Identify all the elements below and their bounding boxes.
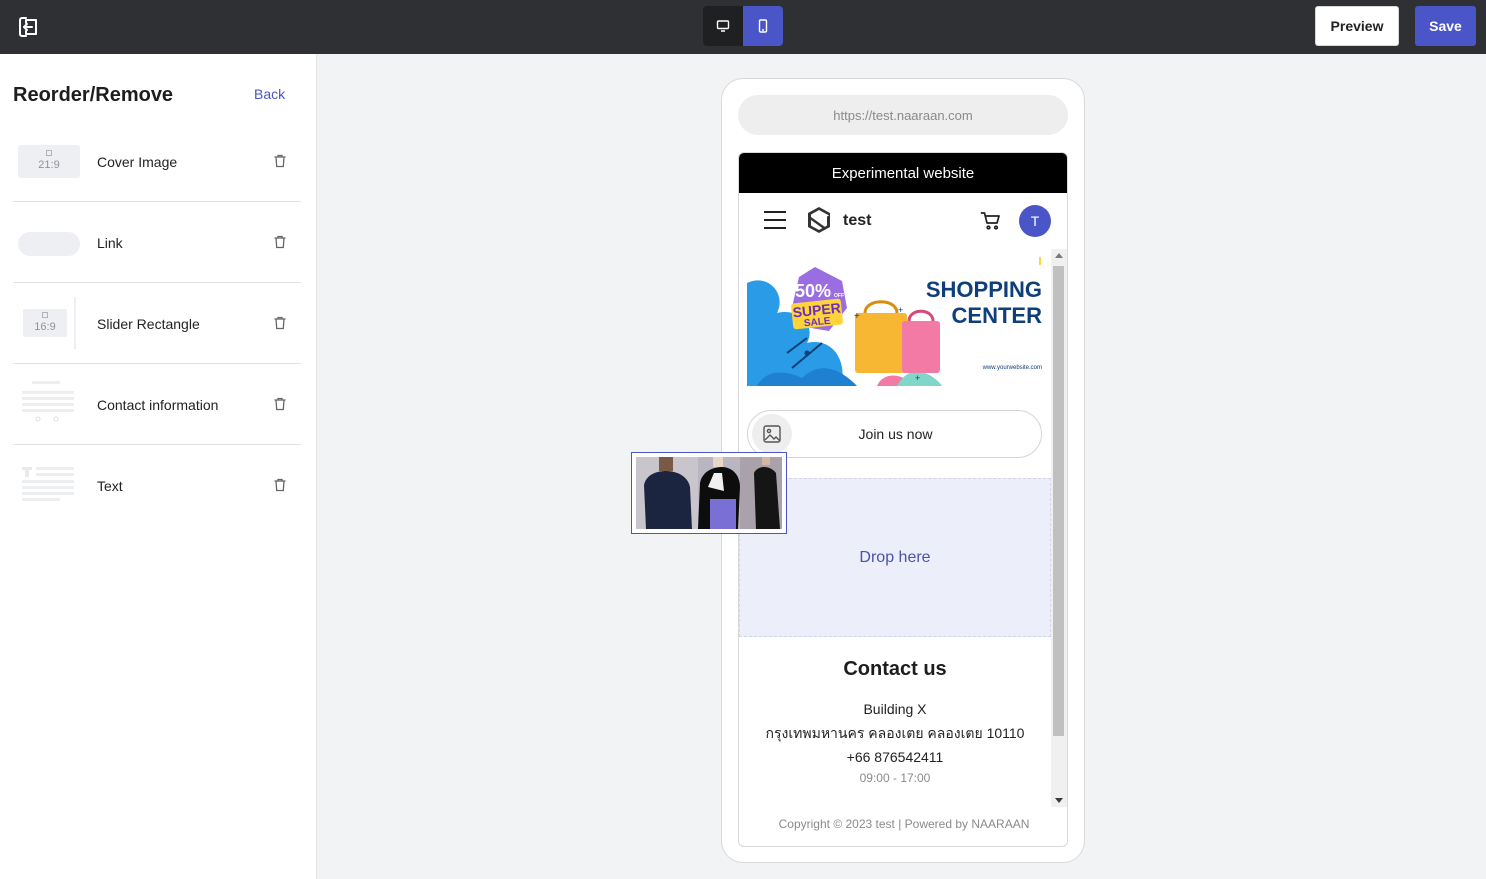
cover-image-banner: 50% OFF SUPER SALE + + + SHOPPING CENTER… (747, 253, 1043, 386)
image-icon (42, 312, 48, 318)
contact-phone: +66 876542411 (846, 749, 944, 765)
join-us-button[interactable]: Join us now (747, 410, 1042, 458)
section-item-cover-image[interactable]: 21:9 Cover Image (13, 121, 301, 202)
phone-screen: Experimental website test T 50% OFF SUPE… (738, 152, 1068, 847)
section-item-label: Contact information (97, 397, 219, 413)
contact-building: Building X (863, 701, 927, 717)
site-footer: Copyright © 2023 test | Powered by NAARA… (778, 817, 1030, 831)
section-item-contact-information[interactable]: Contact information (13, 364, 301, 445)
exit-icon (19, 17, 37, 37)
contact-thumbnail (22, 381, 74, 422)
user-avatar[interactable]: T (1019, 205, 1051, 237)
mobile-icon (758, 19, 768, 33)
desktop-icon (716, 20, 730, 32)
image-icon (46, 150, 52, 156)
svg-text:+: + (854, 311, 860, 322)
announcement-bar: Experimental website (739, 153, 1067, 193)
aspect-ratio-label: 16:9 (34, 321, 56, 333)
contact-address: กรุงเทพมหานคร คลองเตย คลองเตย 10110 (765, 725, 1025, 741)
scrollbar-thumb[interactable] (1053, 266, 1064, 736)
site-navbar: test T (739, 193, 1067, 249)
back-link[interactable]: Back (254, 86, 285, 102)
text-thumbnail (22, 467, 74, 501)
link-thumbnail (18, 232, 80, 256)
url-bar: https://test.naaraan.com (738, 95, 1068, 135)
shopping-center-illustration: 50% OFF SUPER SALE + + + SHOPPING CENTER… (747, 257, 1043, 386)
menu-icon[interactable] (764, 211, 786, 229)
save-button[interactable]: Save (1415, 6, 1476, 46)
section-item-label: Text (97, 478, 123, 494)
brand-logo-icon (808, 207, 830, 233)
preview-button[interactable]: Preview (1315, 6, 1399, 46)
section-item-label: Link (97, 235, 123, 251)
banner-title-line2: CENTER (952, 303, 1043, 328)
svg-text:+: + (915, 373, 920, 383)
aspect-ratio-label: 21:9 (38, 159, 60, 171)
contact-title: Contact us (843, 658, 947, 680)
exit-button[interactable] (16, 14, 42, 40)
slider-thumbnail: 16:9 (18, 297, 80, 349)
section-item-link[interactable]: Link (13, 202, 301, 283)
badge-percent: 50% (795, 281, 831, 301)
scroll-up-arrow-icon[interactable] (1055, 253, 1063, 258)
join-us-label: Join us now (858, 426, 933, 442)
brand-name: test (843, 212, 872, 229)
svg-text:+: + (898, 305, 903, 315)
contact-section: Contact us Building X กรุงเทพมหานคร คลอง… (739, 654, 1051, 785)
page-content: 50% OFF SUPER SALE + + + SHOPPING CENTER… (739, 249, 1067, 807)
mobile-view-button[interactable] (743, 6, 783, 46)
top-bar: Preview Save (0, 0, 1486, 54)
fashion-models-image (636, 457, 782, 529)
banner-website: www.yourwebsite.com (982, 365, 1042, 371)
dragged-slider-preview[interactable] (631, 452, 787, 534)
trash-icon[interactable] (272, 477, 288, 493)
banner-title-line1: SHOPPING (926, 277, 1042, 302)
section-item-slider-rectangle[interactable]: 16:9 Slider Rectangle (13, 283, 301, 364)
section-item-label: Cover Image (97, 154, 178, 170)
trash-icon[interactable] (272, 315, 288, 331)
desktop-view-button[interactable] (703, 6, 743, 46)
section-item-text[interactable]: Text (13, 445, 301, 526)
trash-icon[interactable] (272, 153, 288, 169)
device-toggle (703, 6, 783, 46)
contact-hours: 09:00 - 17:00 (859, 771, 931, 785)
cart-icon[interactable] (980, 210, 1002, 232)
scroll-down-arrow-icon[interactable] (1055, 798, 1063, 803)
trash-icon[interactable] (272, 396, 288, 412)
badge-off: OFF (834, 293, 844, 299)
sidebar-title: Reorder/Remove (13, 84, 174, 106)
editor-canvas: https://test.naaraan.com Experimental we… (317, 54, 1486, 879)
trash-icon[interactable] (272, 234, 288, 250)
content-scrollbar[interactable] (1051, 249, 1067, 807)
reorder-sidebar: Reorder/Remove Back 21:9 Cover Image Lin… (0, 54, 317, 879)
drop-zone-label: Drop here (859, 548, 931, 566)
section-item-label: Slider Rectangle (97, 316, 200, 332)
section-list: 21:9 Cover Image Link 16:9 Slider Rectan… (13, 121, 301, 526)
cover-image-thumbnail: 21:9 (18, 145, 80, 178)
